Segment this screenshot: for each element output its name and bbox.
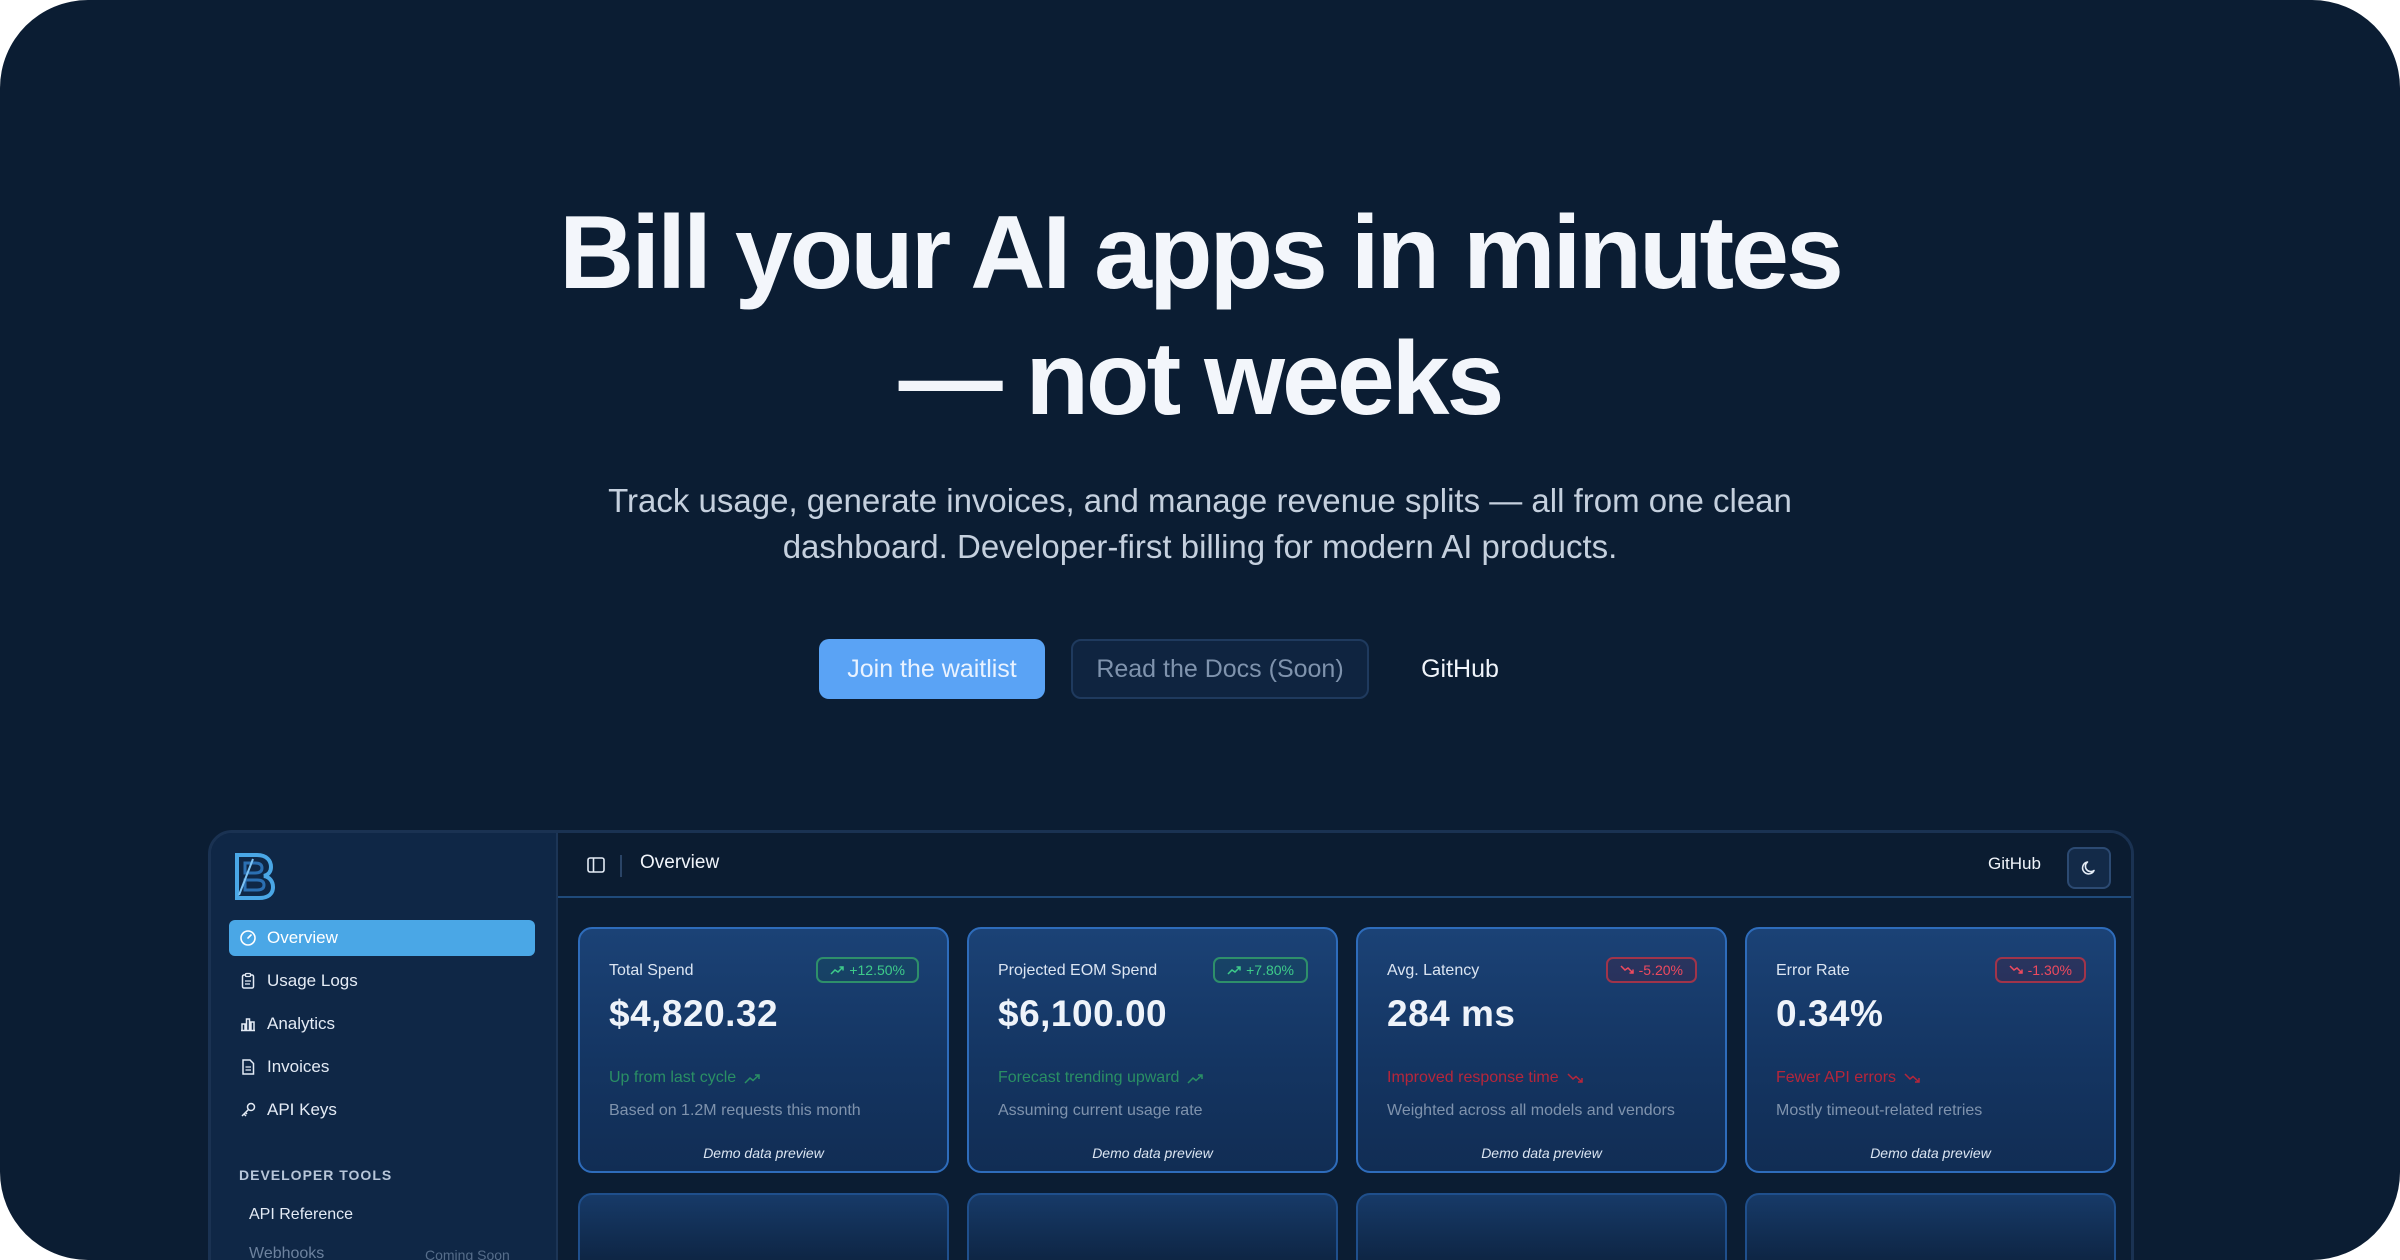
stat-card-projected-spend: Projected EOM Spend +7.80% $6,100.00 For… <box>967 927 1338 1173</box>
coming-soon-badge: Coming Soon <box>425 1247 510 1260</box>
key-icon <box>241 1102 256 1117</box>
card-value: 284 ms <box>1387 993 1516 1034</box>
card-description: Weighted across all models and vendors <box>1387 1102 1675 1119</box>
theme-toggle-button[interactable] <box>2067 847 2111 889</box>
badge-text: +7.80% <box>1246 962 1294 978</box>
trending-up-icon <box>830 966 845 975</box>
stat-card-placeholder <box>578 1193 949 1260</box>
stat-card-total-spend: Total Spend +12.50% $4,820.32 Up from la… <box>578 927 949 1173</box>
sidebar-item-webhooks[interactable]: Webhooks <box>249 1245 324 1260</box>
change-badge: -5.20% <box>1605 957 1697 983</box>
sidebar-item-api-keys[interactable]: API Keys <box>229 1092 535 1128</box>
moon-icon <box>2081 861 2095 875</box>
hero-title-line-1: Bill your AI apps in minutes <box>559 195 1844 311</box>
stat-card-placeholder <box>967 1193 1338 1260</box>
trending-down-icon <box>2009 965 2023 974</box>
card-value: $6,100.00 <box>998 993 1168 1034</box>
change-badge: +12.50% <box>816 957 919 983</box>
sidebar-item-analytics[interactable]: Analytics <box>229 1006 535 1042</box>
sidebar-item-usage-logs[interactable]: Usage Logs <box>229 963 535 999</box>
badge-text: -1.30% <box>2027 962 2072 978</box>
github-link[interactable]: GitHub <box>1400 639 1520 699</box>
card-value: 0.34% <box>1776 993 1884 1034</box>
card-label: Total Spend <box>609 962 694 979</box>
sidebar-item-label: Invoices <box>267 1057 330 1076</box>
sidebar-item-invoices[interactable]: Invoices <box>229 1049 535 1085</box>
badge-text: -5.20% <box>1638 962 1683 978</box>
sidebar-item-label: Analytics <box>267 1014 336 1033</box>
page-title: Overview <box>640 852 720 873</box>
trending-up-icon <box>744 1073 760 1084</box>
clipboard-icon <box>241 972 255 989</box>
page-frame: Bill your AI apps in minutes — not weeks… <box>0 0 2400 1260</box>
badge-text: +12.50% <box>849 962 905 978</box>
topbar-github-link[interactable]: GitHub <box>1988 854 2041 874</box>
topbar-divider <box>620 855 622 877</box>
trend-text: Fewer API errors <box>1776 1069 1897 1086</box>
card-footnote: Demo data preview <box>703 1145 824 1161</box>
card-label: Avg. Latency <box>1387 962 1480 979</box>
sidebar-item-label: API Keys <box>267 1100 337 1119</box>
trending-down-icon <box>1567 1072 1583 1083</box>
sidebar-item-label: Usage Logs <box>267 971 358 990</box>
trend-note: Up from last cycle <box>609 1069 760 1087</box>
join-waitlist-button[interactable]: Join the waitlist <box>819 639 1045 699</box>
trending-up-icon <box>1187 1073 1204 1084</box>
card-footnote: Demo data preview <box>1092 1145 1213 1161</box>
hero-subtitle: Track usage, generate invoices, and mana… <box>608 482 1792 565</box>
dashboard-gauge-icon <box>240 930 256 946</box>
hero-title: Bill your AI apps in minutes — not weeks <box>0 190 2400 442</box>
trending-up-icon <box>1227 966 1241 975</box>
trend-text: Forecast trending upward <box>998 1069 1180 1086</box>
sidebar: Overview Usage Logs Analytics Invoices A… <box>211 833 556 1260</box>
card-description: Assuming current usage rate <box>998 1102 1203 1119</box>
trend-note: Improved response time <box>1387 1069 1583 1087</box>
bar-chart-icon <box>241 1018 255 1032</box>
stat-card-placeholder <box>1356 1193 1727 1260</box>
sidebar-panel-icon[interactable] <box>586 855 606 875</box>
hero-title-line-2: — not weeks <box>898 321 1505 437</box>
sidebar-item-api-reference[interactable]: API Reference <box>249 1206 353 1224</box>
card-description: Mostly timeout-related retries <box>1776 1102 1983 1119</box>
b-monogram-logo-icon[interactable] <box>233 851 277 901</box>
sidebar-item-overview[interactable]: Overview <box>229 920 535 956</box>
stat-card-error-rate: Error Rate -1.30% 0.34% Fewer API errors… <box>1745 927 2116 1173</box>
card-footnote: Demo data preview <box>1481 1145 1602 1161</box>
card-footnote: Demo data preview <box>1870 1145 1991 1161</box>
dashboard-preview: Overview Usage Logs Analytics Invoices A… <box>208 830 2134 1260</box>
stat-card-placeholder <box>1745 1193 2116 1260</box>
trend-note: Fewer API errors <box>1776 1069 1920 1087</box>
card-label: Error Rate <box>1776 962 1850 979</box>
trend-text: Up from last cycle <box>609 1069 737 1086</box>
sidebar-item-label: Overview <box>267 928 338 947</box>
change-badge: +7.80% <box>1213 957 1308 983</box>
stat-card-avg-latency: Avg. Latency -5.20% 284 ms Improved resp… <box>1356 927 1727 1173</box>
read-docs-button[interactable]: Read the Docs (Soon) <box>1071 639 1369 699</box>
trend-text: Improved response time <box>1387 1069 1559 1086</box>
card-description: Based on 1.2M requests this month <box>609 1102 861 1119</box>
document-icon <box>242 1059 255 1075</box>
card-value: $4,820.32 <box>609 993 779 1034</box>
topbar: Overview GitHub <box>558 833 2131 898</box>
trending-down-icon <box>1620 965 1634 974</box>
cta-row: Join the waitlist Read the Docs (Soon) G… <box>0 639 2400 699</box>
change-badge: -1.30% <box>1994 957 2086 983</box>
trending-down-icon <box>1904 1072 1920 1083</box>
developer-tools-heading: DEVELOPER TOOLS <box>239 1167 393 1183</box>
dashboard-main: Overview GitHub Total Spend +12.50% $4,8… <box>556 833 2131 1260</box>
card-label: Projected EOM Spend <box>998 962 1158 979</box>
trend-note: Forecast trending upward <box>998 1069 1204 1087</box>
